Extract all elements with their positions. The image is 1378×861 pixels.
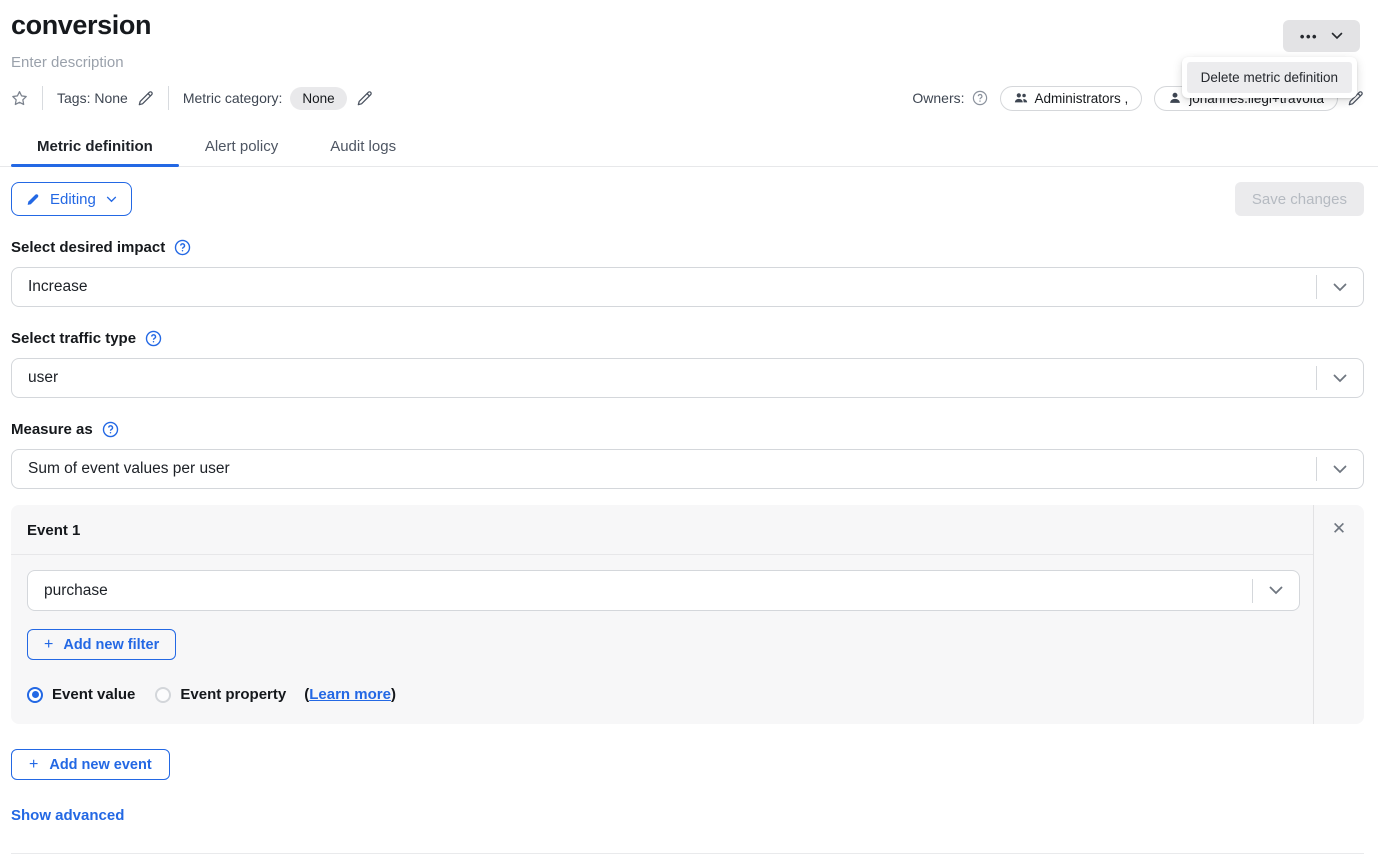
plus-icon: + bbox=[29, 757, 38, 773]
selected-value: purchase bbox=[28, 582, 1252, 600]
selected-value: Increase bbox=[12, 278, 1316, 296]
selected-value: Sum of event values per user bbox=[12, 460, 1316, 478]
chevron-down-icon bbox=[1317, 283, 1363, 292]
page-title: conversion bbox=[11, 10, 1364, 41]
favorite-star-icon[interactable] bbox=[11, 90, 28, 107]
tags-label: Tags: None bbox=[57, 90, 128, 106]
edit-category-icon[interactable] bbox=[356, 90, 373, 107]
page-header: conversion Enter description Tags: None … bbox=[0, 10, 1378, 110]
help-circle-icon[interactable] bbox=[145, 330, 162, 347]
divider bbox=[42, 86, 43, 110]
help-circle-icon[interactable] bbox=[972, 90, 988, 106]
metric-category-badge[interactable]: None bbox=[290, 87, 346, 110]
metric-category-label: Metric category: bbox=[183, 90, 283, 106]
editing-mode-button[interactable]: Editing bbox=[11, 182, 132, 216]
measure-as-select[interactable]: Sum of event values per user bbox=[11, 449, 1364, 489]
person-icon bbox=[1168, 91, 1182, 105]
field-label-measure-as: Measure as bbox=[11, 421, 1364, 438]
event-name-select[interactable]: purchase bbox=[27, 570, 1300, 611]
add-filter-label: Add new filter bbox=[63, 637, 159, 653]
traffic-type-select[interactable]: user bbox=[11, 358, 1364, 398]
field-label-text: Select traffic type bbox=[11, 330, 136, 347]
field-label-text: Measure as bbox=[11, 421, 93, 438]
meta-row: Tags: None Metric category: None Owners: bbox=[11, 86, 1364, 110]
field-label-traffic-type: Select traffic type bbox=[11, 330, 1364, 347]
paren: ) bbox=[391, 686, 396, 703]
tab-label: Audit logs bbox=[330, 138, 396, 155]
tab-label: Metric definition bbox=[37, 138, 153, 155]
selected-value: user bbox=[12, 369, 1316, 387]
owners-label: Owners: bbox=[912, 90, 964, 106]
desired-impact-select[interactable]: Increase bbox=[11, 267, 1364, 307]
learn-more-link[interactable]: Learn more bbox=[309, 686, 391, 703]
plus-icon: + bbox=[44, 637, 53, 653]
radio-event-property[interactable]: Event property bbox=[155, 686, 286, 703]
help-circle-icon[interactable] bbox=[102, 421, 119, 438]
event-card-title: Event 1 bbox=[11, 505, 1313, 555]
more-actions-button[interactable]: ••• bbox=[1283, 20, 1360, 52]
chevron-down-icon bbox=[1253, 586, 1299, 595]
radio-selected-icon bbox=[27, 687, 43, 703]
pencil-icon bbox=[26, 192, 40, 206]
menu-item-delete-metric-definition[interactable]: Delete metric definition bbox=[1187, 62, 1352, 93]
owner-badge-label: Administrators , bbox=[1035, 91, 1129, 106]
description-placeholder[interactable]: Enter description bbox=[11, 54, 1364, 71]
add-new-filter-button[interactable]: + Add new filter bbox=[27, 629, 176, 660]
add-new-event-button[interactable]: + Add new event bbox=[11, 749, 170, 780]
radio-label: Event value bbox=[52, 686, 135, 703]
event-card-side: ✕ bbox=[1313, 505, 1364, 724]
remove-event-button[interactable]: ✕ bbox=[1332, 520, 1346, 537]
tab-label: Alert policy bbox=[205, 138, 278, 155]
tab-metric-definition[interactable]: Metric definition bbox=[11, 132, 179, 166]
tab-audit-logs[interactable]: Audit logs bbox=[304, 132, 422, 166]
radio-event-value[interactable]: Event value bbox=[27, 686, 135, 703]
owner-badge-administrators[interactable]: Administrators , bbox=[1000, 86, 1143, 111]
event-card: Event 1 purchase + Add new filter bbox=[11, 505, 1364, 724]
ellipsis-icon: ••• bbox=[1300, 30, 1318, 43]
chevron-down-icon bbox=[1317, 465, 1363, 474]
actions-dropdown-menu: Delete metric definition bbox=[1182, 57, 1357, 98]
group-icon bbox=[1014, 91, 1028, 105]
radio-label: Event property bbox=[180, 686, 286, 703]
event-card-body: purchase + Add new filter Event valu bbox=[11, 555, 1313, 703]
event-card-main: Event 1 purchase + Add new filter bbox=[11, 505, 1313, 724]
field-label-desired-impact: Select desired impact bbox=[11, 239, 1364, 256]
tab-alert-policy[interactable]: Alert policy bbox=[179, 132, 304, 166]
help-circle-icon[interactable] bbox=[174, 239, 191, 256]
value-source-radio-group: Event value Event property (Learn more) bbox=[27, 686, 1300, 703]
editing-label: Editing bbox=[50, 191, 96, 208]
tab-bar: Metric definition Alert policy Audit log… bbox=[0, 132, 1378, 167]
field-label-text: Select desired impact bbox=[11, 239, 165, 256]
chevron-down-icon bbox=[1331, 32, 1343, 40]
metric-definition-page: conversion Enter description Tags: None … bbox=[0, 10, 1378, 861]
edit-tags-icon[interactable] bbox=[137, 90, 154, 107]
divider bbox=[168, 86, 169, 110]
save-changes-button[interactable]: Save changes bbox=[1235, 182, 1364, 216]
add-event-label: Add new event bbox=[49, 757, 151, 773]
radio-unselected-icon bbox=[155, 687, 171, 703]
chevron-down-icon bbox=[106, 196, 117, 203]
chevron-down-icon bbox=[1317, 374, 1363, 383]
bottom-divider bbox=[11, 853, 1364, 854]
show-advanced-link[interactable]: Show advanced bbox=[11, 807, 124, 824]
learn-more-wrap: (Learn more) bbox=[304, 686, 396, 703]
edit-toolbar: Editing Save changes bbox=[11, 182, 1364, 216]
